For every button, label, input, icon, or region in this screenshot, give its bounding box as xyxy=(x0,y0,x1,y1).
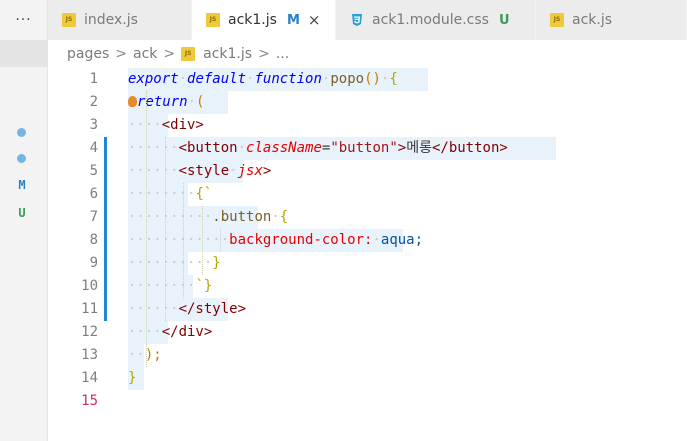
line-number: 14 xyxy=(81,370,98,386)
code-text: ······<style·jsx> xyxy=(128,163,272,179)
line-number: 8 xyxy=(89,232,98,248)
tab-label: index.js xyxy=(84,12,138,28)
activity-bar: ··· M U xyxy=(0,0,48,441)
breadcrumb: pages > ack > JS ack1.js > ... xyxy=(48,40,687,68)
css-file-icon xyxy=(350,13,364,27)
more-actions-button[interactable]: ··· xyxy=(0,0,47,40)
tab-status-letter: U xyxy=(498,12,510,28)
code-text: ········`} xyxy=(128,278,213,294)
code-text: return·( xyxy=(128,91,204,114)
close-icon[interactable]: × xyxy=(308,11,321,29)
tab-label: ack1.module.css xyxy=(372,12,489,28)
selected-row-highlight xyxy=(0,40,47,67)
lightbulb-icon[interactable] xyxy=(128,95,137,107)
modified-status-letter: M xyxy=(18,178,26,192)
js-file-icon: JS xyxy=(181,47,196,61)
js-file-icon: JS xyxy=(206,13,220,27)
code-text: ··········} xyxy=(128,255,221,271)
modified-gutter-marker xyxy=(104,137,107,160)
tab-status-letter: M xyxy=(286,12,300,28)
chevron-right-icon: > xyxy=(258,46,270,62)
breadcrumb-folder-pages[interactable]: pages xyxy=(67,46,109,62)
line-number: 7 xyxy=(89,209,98,225)
tab-label: ack1.js xyxy=(228,12,277,28)
line-number: 10 xyxy=(81,278,98,294)
code-text: } xyxy=(128,370,137,386)
chevron-right-icon: > xyxy=(163,46,176,62)
tab-label: ack.js xyxy=(572,12,613,28)
line-number: 1 xyxy=(89,71,98,87)
line-number: 15 xyxy=(81,393,98,409)
breadcrumb-folder-ack[interactable]: ack xyxy=(133,46,157,62)
code-editor[interactable]: 1 export·default·function·popo()·{ 2 return… xyxy=(48,68,687,441)
line-number: 6 xyxy=(89,186,98,202)
indent-guide xyxy=(183,183,185,298)
line-number: 12 xyxy=(81,324,98,340)
code-text: export·default·function·popo()·{ xyxy=(128,71,398,87)
code-text: ··); xyxy=(128,347,162,363)
modified-gutter-marker xyxy=(104,160,107,321)
code-text: ····</div> xyxy=(128,324,213,340)
tab-ack-js[interactable]: JS ack.js xyxy=(536,0,687,40)
line-number: 2 xyxy=(89,94,98,110)
js-file-icon: JS xyxy=(62,13,76,27)
line-number: 11 xyxy=(81,301,98,317)
untracked-status-letter: U xyxy=(18,206,26,220)
indent-guide xyxy=(164,137,167,321)
breadcrumb-file[interactable]: ack1.js xyxy=(203,46,252,62)
code-text: ··········.button·{ xyxy=(128,209,289,225)
line-number: 5 xyxy=(89,163,98,179)
line-number: 4 xyxy=(89,140,98,156)
line-number: 9 xyxy=(89,255,98,271)
breadcrumb-more[interactable]: ... xyxy=(276,46,289,62)
line-number: 3 xyxy=(89,117,98,133)
editor-tabs: JS index.js JS ack1.js M × ack1.module.c… xyxy=(48,0,687,40)
indent-guide xyxy=(201,206,204,275)
tab-index-js[interactable]: JS index.js xyxy=(48,0,192,40)
indent-guide xyxy=(220,229,222,252)
indent-guide xyxy=(146,91,148,367)
unsaved-dot-icon xyxy=(17,154,26,163)
code-text: ········{` xyxy=(128,186,213,202)
tab-ack1-js[interactable]: JS ack1.js M × xyxy=(192,0,336,40)
code-text: ····<div> xyxy=(128,117,204,133)
code-text: ············background-color:·aqua; xyxy=(128,232,424,248)
tab-ack1-module-css[interactable]: ack1.module.css U xyxy=(336,0,536,40)
line-number: 13 xyxy=(81,347,98,363)
js-file-icon: JS xyxy=(550,13,564,27)
code-text: ······<button·className="button">메롱</but… xyxy=(128,140,508,156)
unsaved-dot-icon xyxy=(17,128,26,137)
chevron-right-icon: > xyxy=(115,46,127,62)
